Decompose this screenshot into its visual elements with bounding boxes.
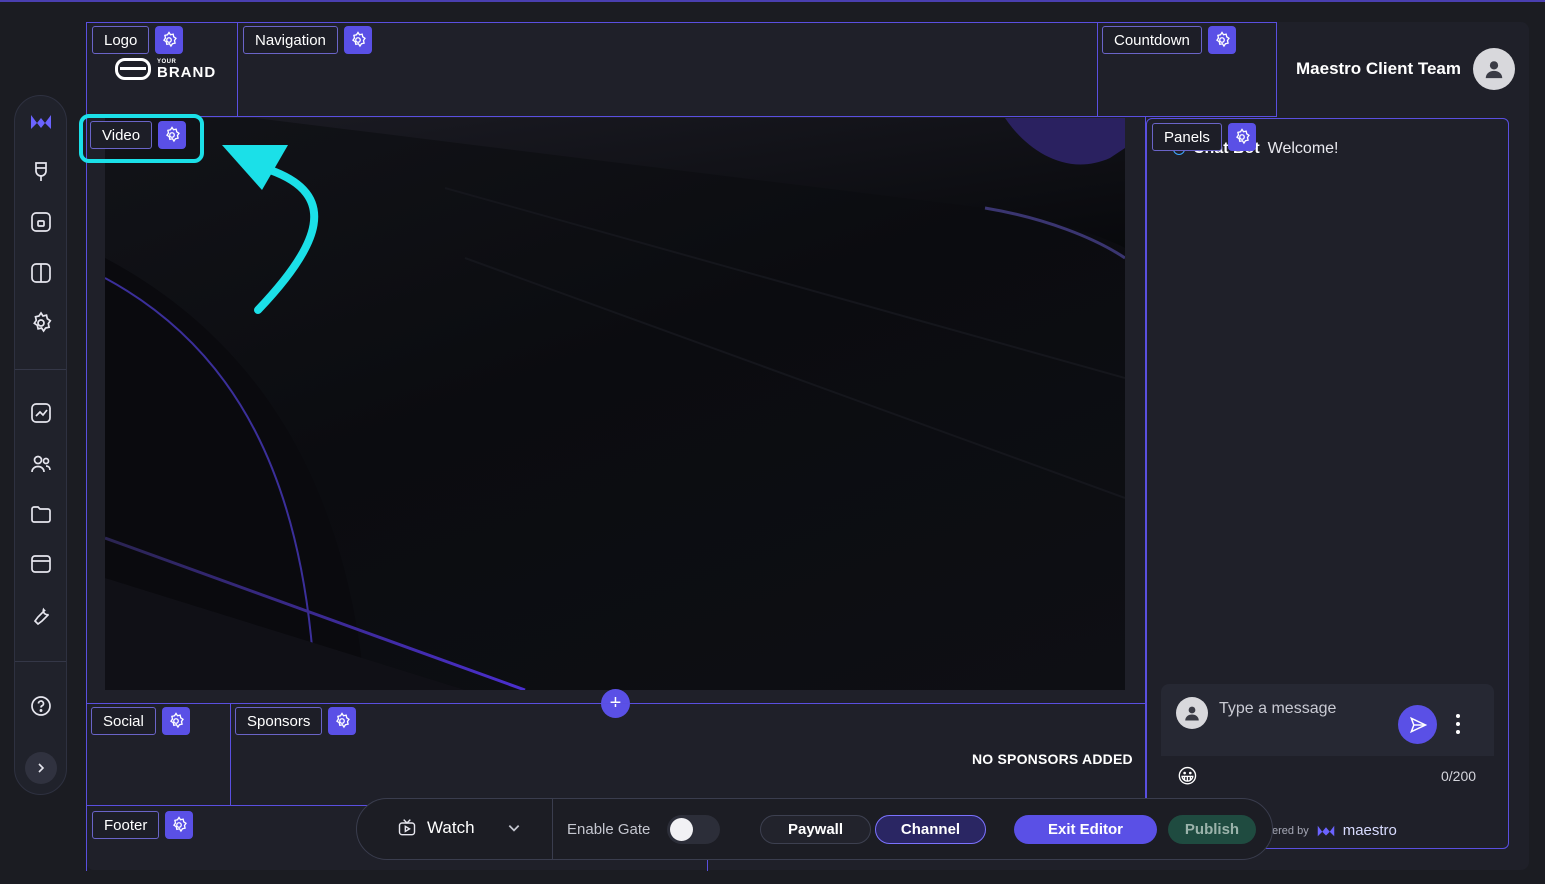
watch-dropdown[interactable]: Watch: [397, 818, 521, 838]
gear-icon[interactable]: [27, 309, 55, 337]
gear-icon: [351, 31, 366, 48]
gear-icon: [169, 712, 184, 729]
gear-icon: [163, 31, 178, 48]
logo-settings-button[interactable]: [155, 26, 184, 54]
countdown-label[interactable]: Countdown: [1102, 26, 1202, 54]
toggle-knob: [670, 818, 693, 841]
video-tag-highlight: [79, 114, 204, 163]
avatar[interactable]: [1473, 48, 1516, 90]
countdown-settings-button[interactable]: [1207, 26, 1236, 54]
chat-welcome-text: Welcome!: [1267, 140, 1339, 157]
publish-button[interactable]: Publish: [1168, 815, 1256, 844]
footer-tag: Footer: [92, 811, 194, 839]
footer-settings-button[interactable]: [165, 811, 194, 839]
gear-icon: [173, 816, 188, 833]
powered-by: ered by maestro: [1272, 822, 1397, 839]
sidebar-icon[interactable]: [27, 259, 55, 287]
social-settings-button[interactable]: [161, 707, 190, 735]
powered-by-text: ered by: [1272, 824, 1309, 837]
rail-divider: [15, 661, 66, 662]
rail-divider: [15, 369, 66, 370]
brand-mark-icon: [115, 58, 151, 80]
logo-label[interactable]: Logo: [92, 26, 150, 54]
countdown-tag: Countdown: [1102, 26, 1236, 54]
chat-message-input[interactable]: Type a message: [1219, 700, 1336, 718]
wrench-icon[interactable]: [27, 601, 55, 629]
chat-avatar: [1176, 697, 1208, 729]
gear-icon: [1215, 31, 1230, 48]
top-accent-line: [0, 0, 1545, 2]
gear-icon: [1235, 128, 1250, 145]
send-button[interactable]: [1398, 705, 1437, 744]
maestro-logo-icon[interactable]: [27, 108, 55, 136]
layout-icon[interactable]: [27, 208, 55, 236]
folder-icon[interactable]: [27, 500, 55, 528]
editor-toolbar: Watch Enable Gate Paywall Channel Exit E…: [356, 798, 1273, 860]
maestro-brand-text: maestro: [1342, 822, 1397, 839]
watch-label: Watch: [427, 818, 475, 837]
more-options-icon[interactable]: [1454, 714, 1462, 734]
users-icon[interactable]: [27, 450, 55, 478]
channel-button[interactable]: Channel: [875, 815, 986, 844]
exit-editor-button[interactable]: Exit Editor: [1014, 815, 1157, 844]
panels-label[interactable]: Panels: [1152, 123, 1222, 151]
brush-icon[interactable]: [27, 158, 55, 186]
character-count: 0/200: [1441, 768, 1477, 784]
navigation-label[interactable]: Navigation: [243, 26, 338, 54]
gear-icon: [336, 712, 351, 729]
left-sidebar: [14, 95, 67, 795]
no-sponsors-text: NO SPONSORS ADDED: [972, 751, 1133, 767]
navigation-tag: Navigation: [243, 26, 372, 54]
emoji-button[interactable]: 😀: [1177, 764, 1198, 789]
chevron-down-icon: [508, 825, 519, 832]
user-icon: [1185, 706, 1199, 721]
send-icon: [1409, 716, 1427, 733]
user-icon: [1485, 61, 1503, 79]
expand-sidebar-button[interactable]: [25, 752, 57, 784]
tv-icon: [398, 819, 416, 836]
enable-gate-label: Enable Gate: [567, 821, 651, 838]
sponsors-tag: Sponsors: [235, 707, 357, 735]
navigation-settings-button[interactable]: [343, 26, 372, 54]
card-icon[interactable]: [27, 550, 55, 578]
enable-gate-toggle[interactable]: [667, 815, 720, 844]
user-name: Maestro Client Team: [1296, 59, 1462, 78]
paywall-button[interactable]: Paywall: [760, 815, 871, 844]
user-menu[interactable]: Maestro Client Team: [1296, 48, 1516, 90]
logo-tag: Logo: [92, 26, 184, 54]
chat-composer: Type a message 😀 0/200: [1161, 684, 1494, 794]
social-tag: Social: [91, 707, 190, 735]
pointer-arrow-icon: [222, 145, 319, 314]
help-icon[interactable]: [27, 692, 55, 720]
chevron-right-icon: [38, 763, 45, 773]
analytics-icon[interactable]: [27, 399, 55, 427]
footer-label[interactable]: Footer: [92, 811, 160, 839]
brand-logo: YOUR BRAND: [115, 58, 216, 80]
toolbar-divider: [552, 799, 553, 859]
panels-settings-button[interactable]: [1227, 123, 1256, 151]
panels-tag: Panels: [1152, 123, 1256, 151]
social-label[interactable]: Social: [91, 707, 156, 735]
maestro-logo-icon: [1317, 825, 1334, 836]
brand-big-text: BRAND: [157, 63, 217, 81]
sponsors-label[interactable]: Sponsors: [235, 707, 323, 735]
sponsors-settings-button[interactable]: [328, 707, 357, 735]
